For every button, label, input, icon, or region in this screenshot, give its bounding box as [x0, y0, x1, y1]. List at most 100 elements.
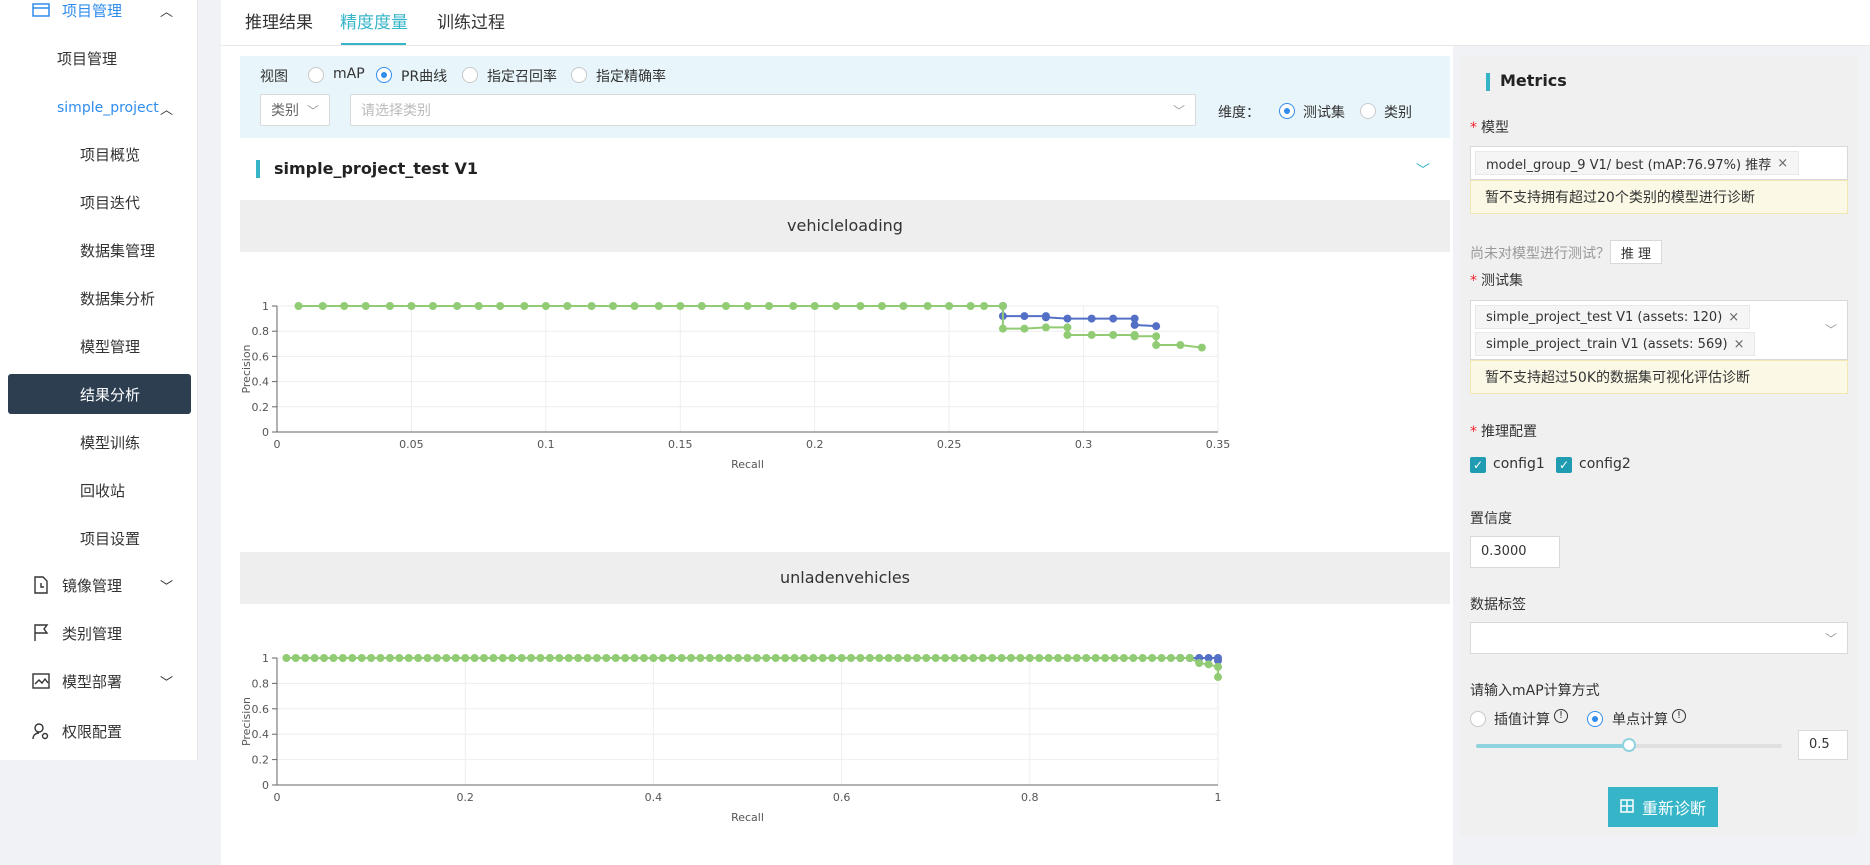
sidebar-item-0[interactable]: 项目概览 [0, 134, 198, 174]
series-point-1 [1110, 654, 1119, 662]
view-radio-precision[interactable] [571, 67, 587, 83]
sidebar-group-image-mgmt[interactable]: 镜像管理 ﹀ [0, 565, 198, 605]
series-point-1 [988, 654, 997, 662]
dimension-radio-testset[interactable] [1279, 103, 1295, 119]
category-select[interactable]: 请选择类别 ﹀ [350, 94, 1196, 126]
config2-checkbox[interactable]: ✓ [1556, 457, 1572, 473]
sidebar: 项目管理 ︿ 项目管理 simple_project ︿ 项目概览项目迭代数据集… [0, 0, 198, 760]
x-tick-label: 0.25 [937, 438, 962, 451]
data-tag-select[interactable]: ﹀ [1470, 622, 1848, 654]
series-point-1 [705, 654, 714, 662]
y-tick-label: 0.4 [252, 728, 270, 741]
view-radio-pr-curve[interactable] [376, 67, 392, 83]
dimension-radio-category[interactable] [1360, 103, 1376, 119]
series-point-1 [545, 654, 554, 662]
category-type-select[interactable]: 类别 ﹀ [260, 94, 330, 126]
series-point-1 [1148, 654, 1157, 662]
series-point-1 [1130, 332, 1139, 341]
sidebar-item-6[interactable]: 模型训练 [0, 422, 198, 462]
info-icon[interactable]: ! [1672, 709, 1686, 723]
sidebar-item-3[interactable]: 数据集分析 [0, 278, 198, 318]
view-option-label: mAP [333, 66, 365, 82]
model-warning: 暂不支持拥有超过20个类别的模型进行诊断 [1470, 180, 1848, 214]
user-gear-icon [30, 720, 52, 742]
threshold-slider-handle[interactable] [1622, 738, 1636, 752]
series-point-1 [1054, 654, 1063, 662]
series-point-1 [1016, 654, 1025, 662]
x-tick-label: 0.4 [645, 791, 663, 804]
dimension-label: 维度： [1218, 105, 1260, 121]
x-tick-label: 0 [274, 438, 281, 451]
sidebar-item-label: 结果分析 [80, 385, 141, 404]
series-point-1 [912, 654, 921, 662]
sidebar-item-project-mgmt[interactable]: 项目管理 [0, 38, 198, 78]
testset-warning: 暂不支持超过50K的数据集可视化评估诊断 [1470, 360, 1848, 394]
x-tick-label: 0.2 [456, 791, 474, 804]
series-point-1 [385, 654, 394, 662]
title-accent-bar [256, 160, 260, 178]
rediagnose-button[interactable]: 重新诊断 [1608, 787, 1718, 827]
info-icon[interactable]: ! [1554, 709, 1568, 723]
metrics-title: Metrics [1500, 71, 1567, 90]
sidebar-group-permissions[interactable]: 权限配置 [0, 711, 198, 751]
close-icon[interactable]: × [1734, 337, 1745, 352]
series-point-1 [752, 654, 761, 662]
chevron-down-icon: ﹀ [1172, 104, 1185, 118]
sidebar-group-model-deploy[interactable]: 模型部署 ﹀ [0, 661, 198, 701]
series-point-1 [654, 302, 663, 310]
infer-button[interactable]: 推 理 [1610, 240, 1662, 264]
testset-select[interactable]: simple_project_test V1 (assets: 120) × si… [1470, 300, 1848, 360]
y-tick-label: 0.8 [252, 325, 270, 338]
close-icon[interactable]: × [1777, 156, 1788, 171]
sidebar-group-project-mgmt[interactable]: 项目管理 ︿ [0, 0, 198, 30]
map-radio-single-point[interactable] [1587, 711, 1603, 727]
testset-tag: simple_project_train V1 (assets: 569) × [1475, 332, 1756, 356]
series-point-1 [959, 654, 968, 662]
model-select[interactable]: model_group_9 V1/ best (mAP:76.97%) 推荐 × [1470, 146, 1848, 180]
series-point-1 [517, 654, 526, 662]
sidebar-item-5[interactable]: 结果分析 [0, 374, 198, 414]
view-radio-map[interactable] [308, 67, 324, 83]
series-point-1 [1204, 660, 1213, 669]
series-point-1 [789, 302, 798, 310]
folder-icon [30, 0, 52, 21]
series-point-1 [1025, 654, 1034, 662]
series-point-1 [508, 654, 517, 662]
series-point-1 [1020, 324, 1029, 333]
sidebar-item-8[interactable]: 项目设置 [0, 518, 198, 558]
config1-checkbox[interactable]: ✓ [1470, 457, 1486, 473]
sidebar-item-4[interactable]: 模型管理 [0, 326, 198, 366]
series-point-1 [828, 654, 837, 662]
sidebar-group-label: 项目管理 [62, 1, 123, 20]
threshold-slider-track[interactable] [1476, 738, 1782, 752]
sidebar-item-project-name[interactable]: simple_project ︿ [0, 88, 198, 128]
series-point-1 [762, 654, 771, 662]
sidebar-group-category-mgmt[interactable]: 类别管理 [0, 613, 198, 653]
map-radio-interpolated[interactable] [1470, 711, 1486, 727]
project-collapse-header[interactable]: simple_project_test V1 ﹀ [240, 150, 1450, 190]
view-radio-recall[interactable] [462, 67, 478, 83]
sidebar-item-2[interactable]: 数据集管理 [0, 230, 198, 270]
series-point-1 [818, 654, 827, 662]
tab-accuracy-metrics[interactable]: 精度度量 [340, 8, 408, 33]
testset-tag: simple_project_test V1 (assets: 120) × [1475, 305, 1751, 329]
close-icon[interactable]: × [1728, 310, 1739, 325]
y-tick-label: 0.2 [252, 401, 270, 414]
y-tick-label: 0.6 [252, 350, 270, 363]
series-point-1 [451, 654, 460, 662]
threshold-slider-fill [1476, 744, 1629, 748]
tab-training-process[interactable]: 训练过程 [437, 8, 505, 33]
sidebar-item-1[interactable]: 项目迭代 [0, 182, 198, 222]
series-point-1 [1176, 654, 1185, 662]
series-point-0 [1041, 313, 1050, 322]
series-point-1 [998, 324, 1007, 333]
sidebar-group-label: 模型部署 [62, 672, 123, 691]
threshold-input[interactable]: 0.5 [1798, 730, 1848, 760]
tab-inference-results[interactable]: 推理结果 [245, 8, 313, 33]
x-tick-label: 1 [1215, 791, 1222, 804]
x-tick-label: 0.6 [833, 791, 851, 804]
flag-icon [30, 622, 52, 644]
confidence-input[interactable]: 0.3000 [1470, 536, 1560, 568]
series-point-1 [480, 654, 489, 662]
sidebar-item-7[interactable]: 回收站 [0, 470, 198, 510]
